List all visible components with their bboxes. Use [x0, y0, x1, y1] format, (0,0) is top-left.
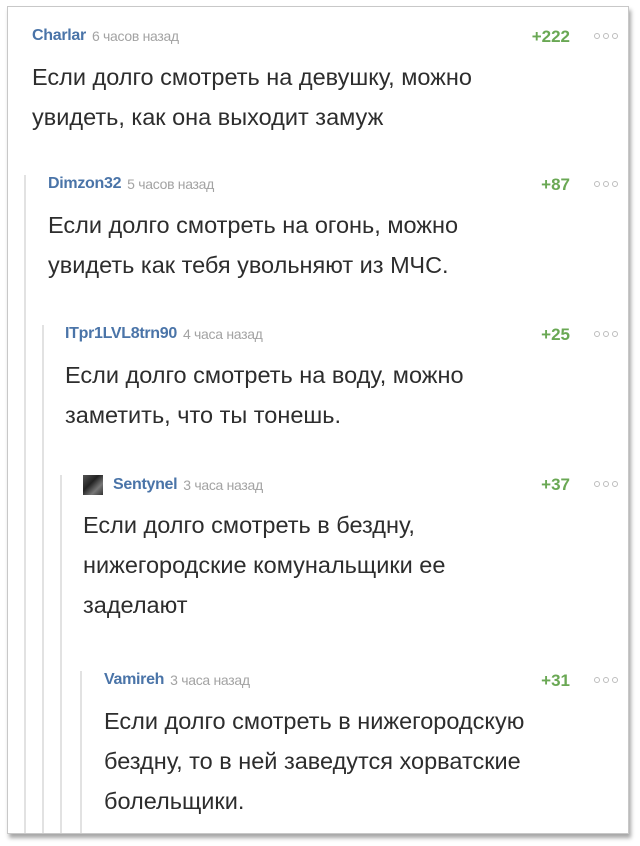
author-name[interactable]: Sentynel — [113, 476, 178, 494]
comment-meta: Charlar 6 часов назад +222 — [32, 27, 628, 51]
comment-meta: Vamireh 3 часа назад +31 — [104, 671, 628, 695]
comment-meta: Dimzon32 5 часов назад +87 — [48, 175, 628, 199]
more-options-icon[interactable] — [594, 677, 618, 683]
comment-header: Vamireh 3 часа назад — [104, 671, 250, 689]
comments-thread: Charlar 6 часов назад +222 Если долго см… — [7, 6, 629, 834]
more-options-icon[interactable] — [594, 33, 618, 39]
author-name[interactable]: ITpr1LVL8trn90 — [65, 325, 177, 343]
more-options-icon[interactable] — [594, 481, 618, 487]
comment-header: Dimzon32 5 часов назад — [48, 175, 214, 193]
timestamp[interactable]: 3 часа назад — [183, 477, 263, 493]
thread-line[interactable] — [24, 175, 26, 833]
comment-header: Sentynel 3 часа назад — [83, 475, 263, 495]
thread-line[interactable] — [60, 475, 62, 833]
timestamp[interactable]: 5 часов назад — [127, 176, 214, 192]
author-name[interactable]: Charlar — [32, 27, 86, 45]
rating-score: +37 — [541, 475, 570, 494]
timestamp[interactable]: 3 часа назад — [170, 672, 250, 688]
rating-score: +31 — [541, 671, 570, 690]
rating-score: +87 — [541, 175, 570, 194]
avatar[interactable] — [83, 475, 103, 495]
timestamp[interactable]: 4 часа назад — [183, 326, 263, 342]
rating-score: +222 — [531, 27, 570, 46]
thread-line[interactable] — [80, 671, 82, 833]
comment-5: Vamireh 3 часа назад +31 Если долго смот… — [80, 671, 628, 833]
comment-1: Charlar 6 часов назад +222 Если долго см… — [32, 27, 628, 157]
more-options-icon[interactable] — [594, 331, 618, 337]
comment-header: ITpr1LVL8trn90 4 часа назад — [65, 325, 263, 343]
comment-meta: Sentynel 3 часа назад +37 — [83, 475, 628, 499]
author-name[interactable]: Vamireh — [104, 671, 164, 689]
comment-text: Если долго смотреть в нижегородскую безд… — [104, 708, 525, 814]
thread-line[interactable] — [42, 325, 44, 833]
comment-text: Если долго смотреть на девушку, можно ув… — [32, 64, 472, 130]
comment-meta: ITpr1LVL8trn90 4 часа назад +25 — [65, 325, 628, 349]
more-options-icon[interactable] — [594, 181, 618, 187]
comment-text: Если долго смотреть в бездну, нижегородс… — [83, 512, 446, 618]
comment-text: Если долго смотреть на воду, можно замет… — [65, 362, 464, 428]
rating-score: +25 — [541, 325, 570, 344]
comment-header: Charlar 6 часов назад — [32, 27, 179, 45]
author-name[interactable]: Dimzon32 — [48, 175, 121, 193]
timestamp[interactable]: 6 часов назад — [92, 28, 179, 44]
comment-text: Если долго смотреть на огонь, можно увид… — [48, 212, 459, 278]
